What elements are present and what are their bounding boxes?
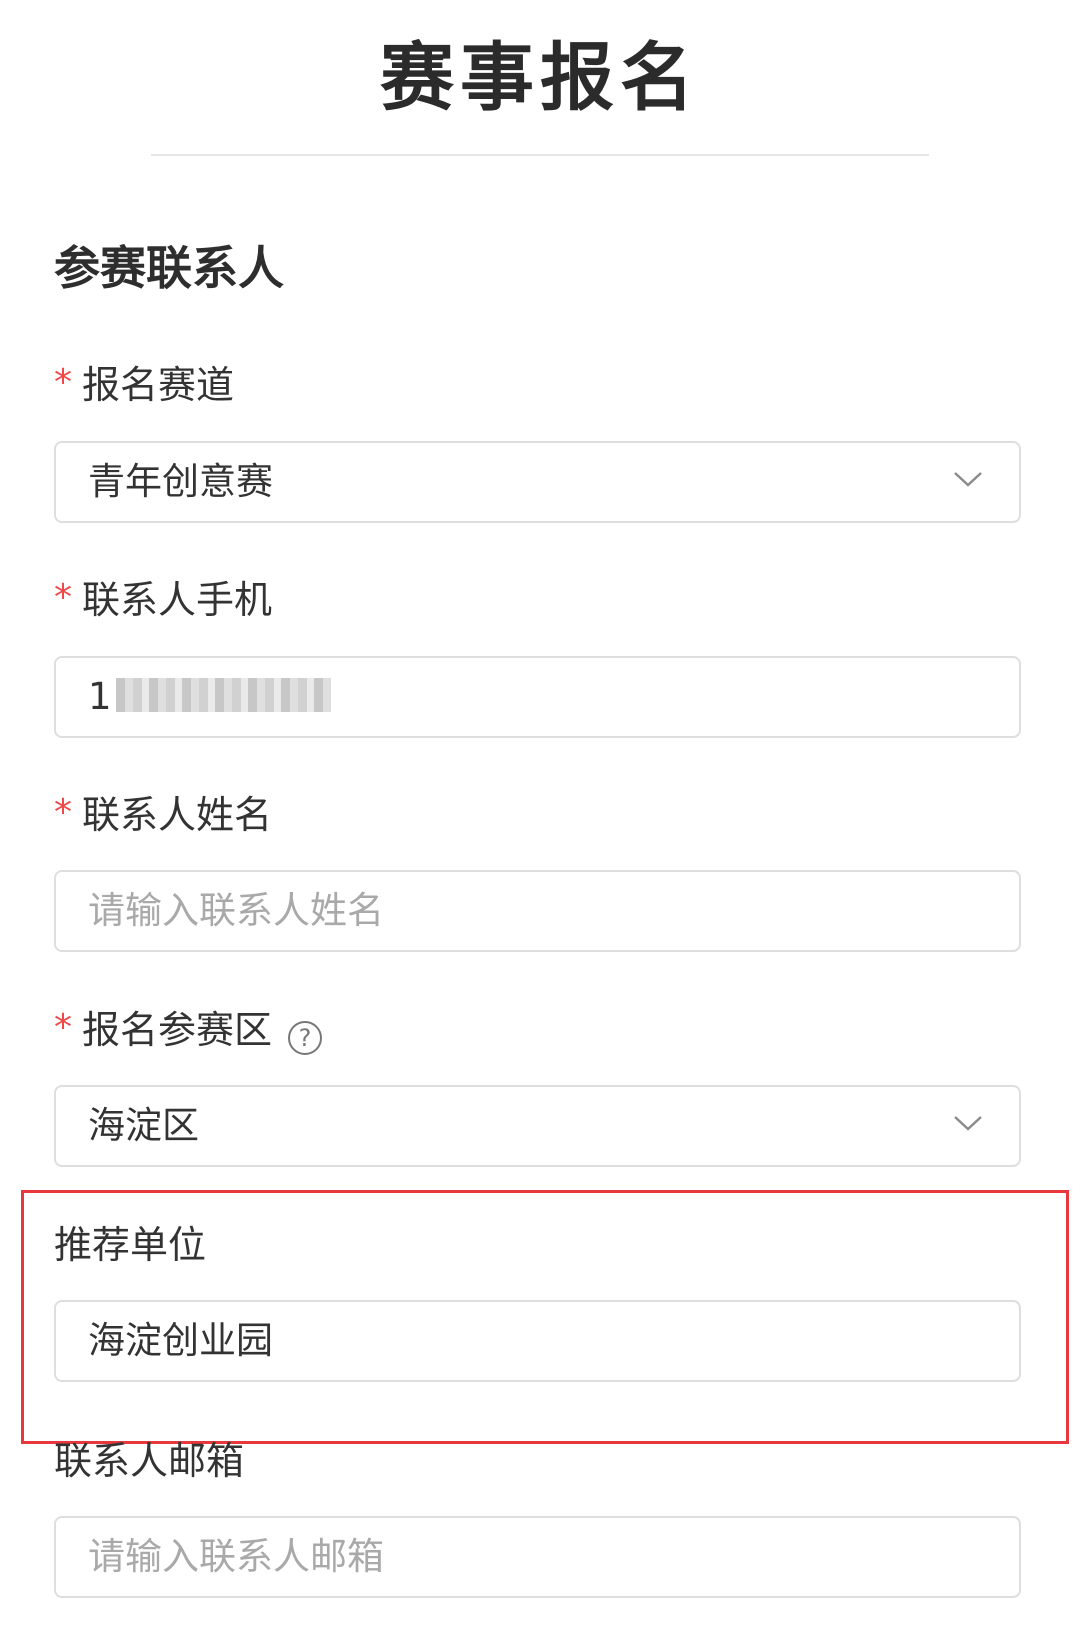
phone-label: * 联系人手机	[54, 575, 272, 627]
chevron-down-icon	[954, 1116, 982, 1131]
page-title: 赛事报名	[380, 35, 700, 121]
district-select[interactable]: 海淀区	[54, 1085, 1021, 1167]
section-heading: 参赛联系人	[54, 241, 284, 295]
track-select-value: 青年创意赛	[88, 460, 273, 503]
name-label-text: 联系人姓名	[82, 793, 273, 837]
email-input-placeholder: 请输入联系人邮箱	[88, 1535, 384, 1578]
chevron-down-icon	[954, 472, 982, 487]
district-select-value: 海淀区	[88, 1104, 199, 1147]
name-label: * 联系人姓名	[54, 790, 272, 842]
title-divider	[151, 154, 929, 156]
phone-visible-prefix: 1	[88, 675, 112, 718]
question-circle-icon[interactable]: ?	[288, 1021, 323, 1055]
name-input-placeholder: 请输入联系人姓名	[88, 889, 384, 932]
email-label: 联系人邮箱	[54, 1439, 245, 1483]
name-input[interactable]: 请输入联系人姓名	[54, 870, 1021, 952]
track-label: * 报名赛道	[54, 360, 234, 412]
track-label-text: 报名赛道	[82, 363, 235, 407]
district-label: * 报名参赛区?	[54, 1005, 323, 1057]
phone-label-text: 联系人手机	[82, 578, 273, 622]
required-mark: *	[54, 1007, 72, 1048]
required-mark: *	[54, 577, 72, 618]
required-mark: *	[54, 362, 72, 403]
district-label-text: 报名参赛区	[82, 1008, 273, 1052]
track-select[interactable]: 青年创意赛	[54, 441, 1021, 523]
obscured-phone-digits	[115, 677, 331, 712]
email-input[interactable]: 请输入联系人邮箱	[54, 1516, 1021, 1598]
required-mark: *	[54, 792, 72, 833]
phone-input-value: 1	[88, 658, 331, 736]
phone-input[interactable]: 1	[54, 656, 1021, 738]
highlight-annotation-box	[21, 1190, 1069, 1444]
